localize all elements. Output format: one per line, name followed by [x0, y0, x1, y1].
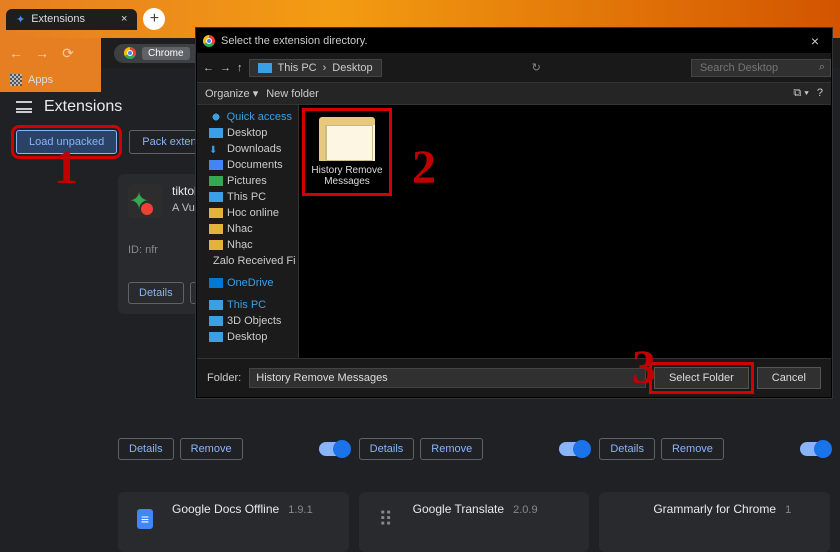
ext-icon: ≡: [128, 502, 162, 536]
nav-up-icon[interactable]: ↑: [237, 62, 243, 74]
folder-item-selected[interactable]: History Remove Messages: [307, 113, 387, 191]
load-unpacked-button[interactable]: Load unpacked: [16, 130, 117, 154]
nav-tree: Quick access Desktop Downloads Documents…: [197, 105, 299, 358]
page-title: Extensions: [44, 98, 122, 116]
tree-nhac2[interactable]: Nhạc: [197, 237, 298, 253]
card-version: 1.9.1: [288, 504, 312, 516]
plus-icon: +: [150, 10, 159, 28]
details-button[interactable]: Details: [599, 438, 655, 460]
toggle-switch[interactable]: [800, 442, 830, 456]
toggle-switch[interactable]: [559, 442, 589, 456]
new-tab-button[interactable]: +: [143, 8, 165, 30]
breadcrumb[interactable]: This PC › Desktop: [249, 59, 382, 77]
3d-icon: [209, 316, 223, 326]
ext-icon: ✦: [128, 184, 162, 218]
apps-icon: [10, 74, 22, 86]
nav-forward-button[interactable]: →: [32, 45, 52, 61]
folder-label: History Remove Messages: [311, 165, 383, 187]
cloud-icon: [209, 278, 223, 288]
pc-icon: [258, 63, 272, 73]
organize-menu[interactable]: Organize ▾: [205, 87, 258, 100]
extension-card: ⠿ Google Translate 2.0.9: [359, 492, 590, 552]
select-folder-button[interactable]: Select Folder: [654, 367, 749, 389]
nav-back-icon[interactable]: ←: [203, 62, 214, 74]
folder-icon: [209, 224, 223, 234]
nav-back-button[interactable]: ←: [6, 45, 26, 61]
nav-fwd-icon[interactable]: →: [220, 62, 231, 74]
card-title: Google Docs Offline: [172, 502, 279, 516]
desktop-icon: [209, 332, 223, 342]
remove-button[interactable]: Remove: [420, 438, 483, 460]
folder-field-label: Folder:: [207, 372, 241, 384]
card-version: 1: [785, 504, 791, 516]
card-title: Grammarly for Chrome: [653, 502, 776, 516]
ext-icon: ⠿: [369, 502, 403, 536]
search-input[interactable]: [691, 59, 831, 77]
chevron-icon: ›: [323, 62, 327, 74]
pc-icon: [209, 300, 223, 310]
chrome-label: Chrome: [142, 47, 190, 60]
crumb-pc: This PC: [278, 62, 317, 74]
search-icon: ⌕: [819, 61, 825, 74]
details-button[interactable]: Details: [359, 438, 415, 460]
document-icon: [209, 160, 223, 170]
tree-desk2[interactable]: Desktop: [197, 329, 298, 345]
tree-thispc2[interactable]: This PC: [197, 297, 298, 313]
extension-card: ≡ Google Docs Offline 1.9.1: [118, 492, 349, 552]
folder-input[interactable]: [249, 368, 646, 388]
tree-quick-access[interactable]: Quick access: [197, 109, 298, 125]
cancel-button[interactable]: Cancel: [757, 367, 821, 389]
bookmark-apps[interactable]: Apps: [28, 74, 53, 86]
menu-icon[interactable]: [16, 101, 32, 113]
details-button[interactable]: Details: [128, 282, 184, 304]
card-version: 2.0.9: [513, 504, 537, 516]
folder-icon: [209, 208, 223, 218]
desktop-icon: [209, 128, 223, 138]
tree-hoc[interactable]: Hoc online: [197, 205, 298, 221]
folder-icon: [319, 117, 375, 161]
nav-reload-button[interactable]: ⟳: [58, 45, 78, 62]
chrome-icon: [203, 35, 215, 47]
extension-card: Grammarly for Chrome 1: [599, 492, 830, 552]
pictures-icon: [209, 176, 223, 186]
tree-desktop[interactable]: Desktop: [197, 125, 298, 141]
tree-3d[interactable]: 3D Objects: [197, 313, 298, 329]
browser-tab[interactable]: ✦ Extensions ×: [6, 9, 137, 30]
tree-onedrive[interactable]: OneDrive: [197, 275, 298, 291]
chrome-icon: [124, 47, 136, 59]
remove-button[interactable]: Remove: [661, 438, 724, 460]
tree-downloads[interactable]: Downloads: [197, 141, 298, 157]
pc-icon: [209, 192, 223, 202]
details-button[interactable]: Details: [118, 438, 174, 460]
tree-thispc[interactable]: This PC: [197, 189, 298, 205]
tab-title: Extensions: [31, 13, 85, 25]
close-button[interactable]: ×: [805, 33, 825, 49]
ext-icon: [609, 502, 643, 536]
dialog-title: Select the extension directory.: [221, 35, 368, 47]
tree-pictures[interactable]: Pictures: [197, 173, 298, 189]
help-icon[interactable]: ?: [817, 87, 823, 100]
tree-documents[interactable]: Documents: [197, 157, 298, 173]
tree-nhac[interactable]: Nhac: [197, 221, 298, 237]
toggle-switch[interactable]: [319, 442, 349, 456]
download-icon: [209, 144, 223, 154]
remove-button[interactable]: Remove: [180, 438, 243, 460]
view-icon[interactable]: ⧉ ▾: [793, 87, 809, 100]
tab-close-icon[interactable]: ×: [121, 13, 127, 25]
puzzle-icon: ✦: [16, 13, 25, 26]
crumb-desktop: Desktop: [332, 62, 372, 74]
star-icon: [209, 112, 223, 122]
folder-icon: [209, 240, 223, 250]
file-dialog: Select the extension directory. × ← → ↑ …: [196, 28, 832, 398]
card-title: Google Translate: [413, 502, 504, 516]
tree-zalo[interactable]: Zalo Received Fi: [197, 253, 298, 269]
new-folder-button[interactable]: New folder: [266, 88, 319, 100]
